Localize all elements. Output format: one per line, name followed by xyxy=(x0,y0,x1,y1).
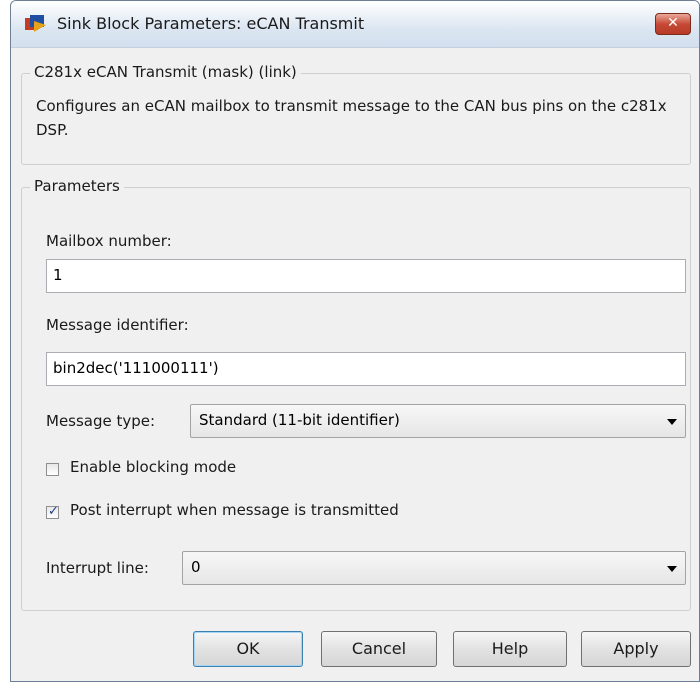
message-type-value: Standard (11-bit identifier) xyxy=(199,411,400,429)
mask-description-group: C281x eCAN Transmit (mask) (link) Config… xyxy=(21,63,691,165)
simulink-block-icon xyxy=(25,15,46,32)
title-bar: Sink Block Parameters: eCAN Transmit ✕ xyxy=(11,1,699,48)
interrupt-line-dropdown[interactable]: 0 xyxy=(182,551,686,585)
interrupt-line-value: 0 xyxy=(191,558,201,576)
window-title: Sink Block Parameters: eCAN Transmit xyxy=(57,14,365,33)
dialog-window: Sink Block Parameters: eCAN Transmit ✕ C… xyxy=(10,0,700,682)
interrupt-line-label: Interrupt line: xyxy=(46,559,149,577)
checkmark-icon: ✓ xyxy=(48,504,59,519)
help-button[interactable]: Help xyxy=(453,631,567,667)
post-interrupt-checkbox[interactable]: ✓ xyxy=(46,504,59,519)
dialog-client-area: C281x eCAN Transmit (mask) (link) Config… xyxy=(15,51,695,681)
apply-button[interactable]: Apply xyxy=(581,631,691,667)
enable-blocking-checkbox[interactable] xyxy=(46,463,59,476)
mask-title: C281x eCAN Transmit (mask) (link) xyxy=(30,63,301,81)
close-button[interactable]: ✕ xyxy=(655,13,691,35)
cancel-button[interactable]: Cancel xyxy=(321,631,437,667)
mailbox-number-label: Mailbox number: xyxy=(46,232,172,250)
parameters-group: Parameters Mailbox number: 1 Message ide… xyxy=(21,177,691,611)
close-icon: ✕ xyxy=(667,15,679,31)
mailbox-number-field[interactable]: 1 xyxy=(46,259,686,293)
message-identifier-label: Message identifier: xyxy=(46,316,189,334)
mask-description: Configures an eCAN mailbox to transmit m… xyxy=(36,97,667,139)
chevron-down-icon xyxy=(667,419,677,425)
ok-button[interactable]: OK xyxy=(193,631,303,667)
parameters-title: Parameters xyxy=(30,177,124,195)
message-type-label: Message type: xyxy=(46,412,156,430)
chevron-down-icon xyxy=(667,566,677,572)
message-identifier-field[interactable]: bin2dec('111000111') xyxy=(46,352,686,386)
post-interrupt-label: Post interrupt when message is transmitt… xyxy=(70,501,399,519)
enable-blocking-label: Enable blocking mode xyxy=(70,458,237,476)
message-type-dropdown[interactable]: Standard (11-bit identifier) xyxy=(190,404,686,438)
